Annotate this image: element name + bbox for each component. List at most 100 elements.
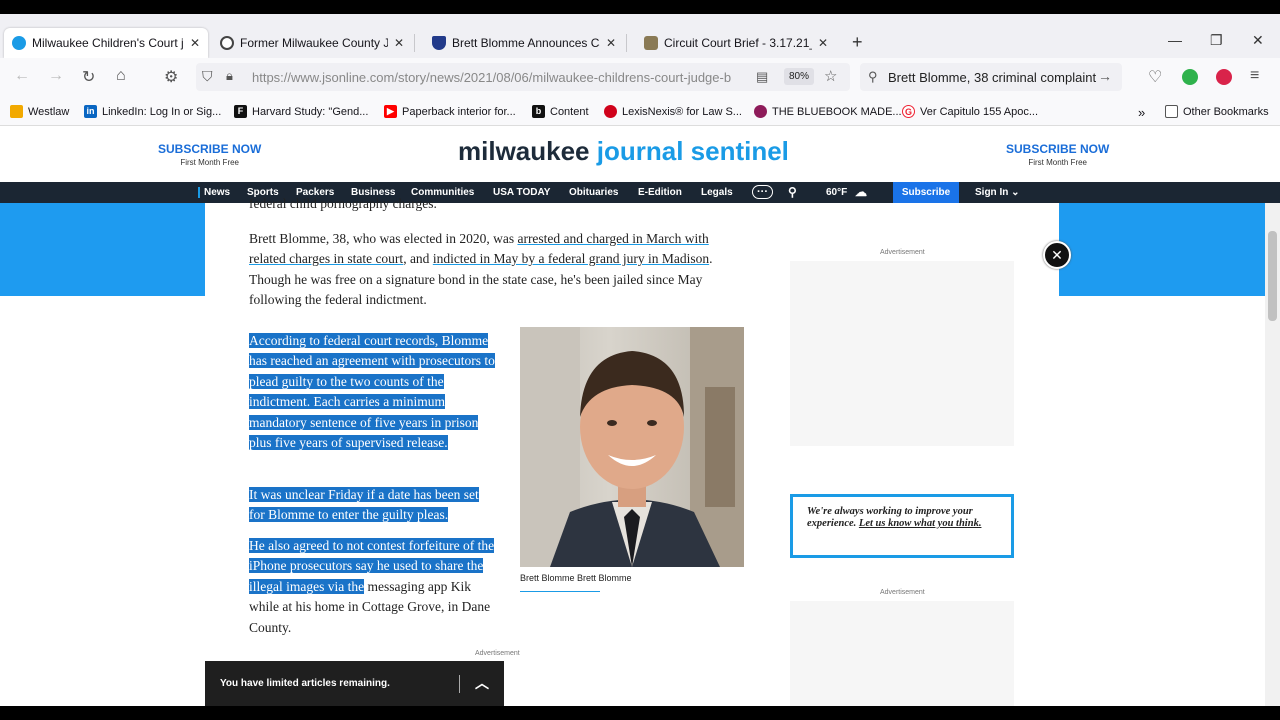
pocket-icon[interactable]: ♡	[1148, 67, 1162, 87]
bookmark-bluebook[interactable]: THE BLUEBOOK MADE...	[754, 105, 902, 118]
caption-underline	[520, 591, 600, 592]
folder-icon	[1165, 105, 1178, 118]
ad-label: Advertisement	[475, 650, 520, 657]
limited-articles-bar: You have limited articles remaining. ︿	[205, 661, 504, 706]
subscribe-now-right[interactable]: SUBSCRIBE NOW First Month Free	[1006, 142, 1109, 167]
tab-brett-blomme-announces[interactable]: Brett Blomme Announces Candidacy ✕	[424, 28, 624, 58]
bookmark-content[interactable]: b Content	[532, 105, 589, 118]
lock-icon[interactable]: 🔒︎	[226, 68, 233, 84]
ad-banner-left	[0, 203, 205, 296]
subscribe-button[interactable]: Subscribe	[893, 182, 959, 203]
other-bookmarks[interactable]: Other Bookmarks	[1165, 105, 1269, 118]
browser-window: Milwaukee Children's Court judge ✕ Forme…	[0, 14, 1280, 706]
shield-icon	[432, 36, 446, 50]
bookmark-harvard-study[interactable]: F Harvard Study: "Gend...	[234, 105, 368, 118]
ad-slot-bottom[interactable]	[790, 601, 1014, 706]
bluebook-icon	[754, 105, 767, 118]
tab-bar: Milwaukee Children's Court judge ✕ Forme…	[0, 14, 1280, 58]
close-window-icon[interactable]: ✕	[1252, 32, 1264, 49]
bookmark-linkedin[interactable]: in LinkedIn: Log In or Sig...	[84, 105, 221, 118]
search-icon: ⚲	[868, 69, 878, 84]
paragraph-3: It was unclear Friday if a date has been…	[249, 487, 479, 523]
page-scrollbar[interactable]	[1265, 203, 1280, 706]
more-menu-icon[interactable]: ···	[752, 185, 773, 199]
article-fragment: federal child pornography charges.	[249, 196, 437, 211]
photo-caption: Brett Blomme Brett Blomme	[520, 573, 632, 583]
close-ad-icon[interactable]: ✕	[1043, 241, 1071, 269]
new-tab-icon[interactable]: +	[852, 32, 863, 53]
youtube-icon: ▶	[384, 105, 397, 118]
linkedin-icon: in	[84, 105, 97, 118]
tab-separator	[626, 34, 627, 52]
more-bookmarks-icon[interactable]: »	[1138, 105, 1145, 120]
westlaw-icon	[10, 105, 23, 118]
url-text[interactable]: https://www.jsonline.com/story/news/2021…	[252, 70, 752, 85]
site-logo[interactable]: milwaukee journal sentinel	[458, 136, 789, 167]
extension-green-icon[interactable]	[1182, 69, 1198, 85]
lexisnexis-icon	[604, 105, 617, 118]
tab-separator	[414, 34, 415, 52]
weather-cloud-icon: ☁	[855, 185, 867, 199]
shield-icon[interactable]: ⛉	[202, 68, 213, 85]
close-tab-icon[interactable]: ✕	[190, 36, 200, 50]
reload-icon[interactable]: ↻	[82, 67, 95, 87]
chevron-up-icon[interactable]: ︿	[475, 673, 489, 693]
tab-milwaukee-childrens-court[interactable]: Milwaukee Children's Court judge ✕	[4, 28, 208, 58]
tab-circuit-court-brief[interactable]: Circuit Court Brief - 3.17.21_Blo ✕	[636, 28, 836, 58]
search-bar[interactable]: ⚲ Brett Blomme, 38 criminal complaint →	[860, 63, 1122, 91]
nav-active-marker	[198, 187, 200, 198]
bookmark-lexisnexis[interactable]: LexisNexis® for Law S...	[604, 105, 742, 118]
paragraph-2: According to federal court records, Blom…	[249, 333, 495, 451]
search-icon[interactable]: ⚲	[788, 185, 797, 199]
feedback-box: We're always working to improve your exp…	[790, 494, 1014, 558]
scrollbar-thumb[interactable]	[1268, 231, 1277, 321]
g-logo-icon: G	[902, 105, 915, 118]
forward-icon[interactable]: →	[48, 67, 64, 85]
reader-view-icon[interactable]: ▤	[756, 69, 768, 85]
content-icon: b	[532, 105, 545, 118]
search-input[interactable]: Brett Blomme, 38 criminal complaint	[888, 70, 1096, 85]
ad-label: Advertisement	[880, 249, 925, 256]
paragraph-1: Brett Blomme, 38, who was elected in 202…	[249, 231, 713, 308]
article-photo[interactable]	[520, 327, 744, 567]
bookmark-paperback[interactable]: ▶ Paperback interior for...	[384, 105, 516, 118]
back-icon[interactable]: ←	[14, 67, 30, 85]
portrait-illustration	[520, 327, 744, 567]
close-tab-icon[interactable]: ✕	[606, 36, 616, 50]
subscribe-now-left[interactable]: SUBSCRIBE NOW First Month Free	[158, 142, 261, 167]
link-indicted-may[interactable]: indicted in May by a federal grand jury …	[433, 251, 709, 266]
divider	[459, 675, 460, 693]
tab-former-milwaukee-county-judge[interactable]: Former Milwaukee County Judge ✕	[212, 28, 412, 58]
minimize-icon[interactable]: —	[1168, 32, 1182, 48]
sign-in-button[interactable]: Sign In ⌄	[975, 187, 1020, 198]
paragraph-4: He also agreed to not contest forfeiture…	[249, 538, 495, 635]
ad-slot-top[interactable]	[790, 261, 1014, 446]
extension-icon[interactable]: ⚙	[164, 67, 178, 87]
home-icon[interactable]: ⌂	[116, 67, 126, 85]
document-icon	[644, 36, 658, 50]
bookmarks-bar: Westlaw in LinkedIn: Log In or Sig... F Ha…	[0, 96, 1280, 126]
close-tab-icon[interactable]: ✕	[818, 36, 828, 50]
zoom-level[interactable]: 80%	[784, 68, 815, 85]
weather-temp[interactable]: 60°F	[826, 187, 847, 198]
extension-red-icon[interactable]	[1216, 69, 1232, 85]
go-arrow-icon[interactable]: →	[1098, 68, 1112, 84]
feedback-link[interactable]: Let us know what you think.	[859, 518, 982, 529]
url-bar[interactable]: ⛉ 🔒︎ https://www.jsonline.com/story/news…	[196, 63, 850, 91]
ad-label: Advertisement	[880, 589, 925, 596]
menu-icon[interactable]: ≡	[1250, 67, 1259, 85]
limited-articles-text: You have limited articles remaining.	[220, 678, 390, 689]
site-header: SUBSCRIBE NOW First Month Free milwaukee …	[0, 126, 1280, 182]
ad-banner-right	[1059, 203, 1265, 296]
star-icon[interactable]: ☆	[824, 67, 837, 85]
close-tab-icon[interactable]: ✕	[394, 36, 404, 50]
bookmark-capitulo[interactable]: G Ver Capitulo 155 Apoc...	[902, 105, 1038, 118]
bookmark-westlaw[interactable]: Westlaw	[10, 105, 69, 118]
navigation-toolbar: ← → ↻ ⌂ ⚙ ⛉ 🔒︎ https://www.jsonline.com/…	[0, 58, 1280, 96]
globe-icon	[12, 36, 26, 50]
article-body: federal child pornography charges. Brett…	[205, 196, 1071, 706]
site-icon	[220, 36, 234, 50]
f-logo-icon: F	[234, 105, 247, 118]
restore-icon[interactable]: ❐	[1210, 32, 1223, 49]
nav-news[interactable]: News	[204, 187, 230, 198]
